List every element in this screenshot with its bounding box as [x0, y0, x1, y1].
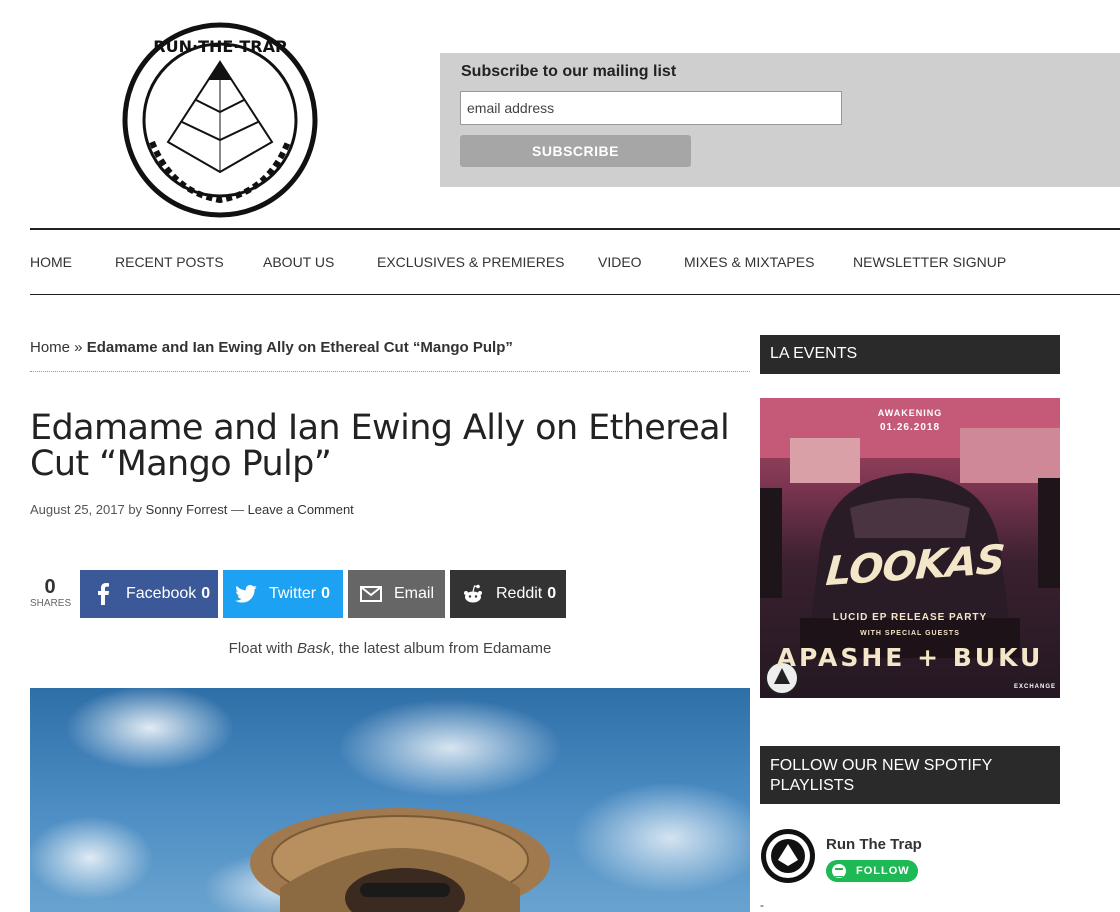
page-title: Edamame and Ian Ewing Ally on Ethereal C… [30, 408, 730, 484]
straw-hat-figure [250, 808, 550, 912]
share-total: 0 [44, 576, 56, 598]
la-events-title: LA EVENTS [760, 335, 1060, 374]
share-count: 0 SHARES [30, 576, 72, 609]
follow-label: FOLLOW [856, 865, 910, 877]
nav-item-home[interactable]: HOME [30, 254, 72, 270]
spotify-follow-widget: Run The Trap FOLLOW [760, 828, 1060, 888]
breadcrumb: Home » Edamame and Ian Ewing Ally on Eth… [30, 339, 750, 372]
logo-text: RUN·THE·TRAP [153, 37, 287, 56]
spotify-avatar[interactable] [760, 828, 816, 884]
caption-after: , the latest album from Edamame [330, 640, 552, 657]
email-field[interactable] [460, 91, 842, 125]
email-icon [360, 583, 382, 605]
spotify-widget-title: FOLLOW OUR NEW SPOTIFY PLAYLISTS [760, 746, 1060, 804]
share-twitter-button[interactable]: Twitter 0 [223, 570, 343, 618]
twitter-icon [235, 583, 257, 605]
share-email-label: Email [394, 585, 435, 602]
spotify-footer-dash: - [760, 898, 764, 912]
poster-artists: APASHE + BUKU [776, 643, 1044, 672]
share-email-button[interactable]: Email [348, 570, 445, 618]
caption-before: Float with [228, 640, 298, 657]
site-logo[interactable]: RUN·THE·TRAP [122, 22, 318, 218]
share-facebook-label: Facebook [126, 585, 197, 602]
share-reddit-button[interactable]: Reddit 0 [450, 570, 566, 618]
subscribe-title: Subscribe to our mailing list [461, 63, 677, 80]
post-date: August 25, 2017 [30, 502, 125, 517]
meta-dash: — [227, 502, 248, 517]
post-meta: August 25, 2017 by Sonny Forrest — Leave… [30, 502, 354, 517]
spotify-profile-name[interactable]: Run The Trap [826, 836, 922, 853]
nav-item-recent-posts[interactable]: RECENT POSTS [115, 254, 224, 270]
nav-item-video[interactable]: VIDEO [598, 254, 642, 270]
event-poster[interactable]: AWAKENING 01.26.2018 LOOKAS LUCID EP REL… [760, 398, 1060, 698]
breadcrumb-current: Edamame and Ian Ewing Ally on Ethereal C… [86, 339, 513, 356]
main-nav: HOME RECENT POSTS ABOUT US EXCLUSIVES & … [30, 228, 1120, 295]
share-facebook-button[interactable]: Facebook 0 [80, 570, 218, 618]
facebook-icon [92, 583, 114, 605]
share-reddit-label: Reddit [496, 585, 543, 602]
image-caption: Float with Bask, the latest album from E… [30, 640, 750, 657]
share-total-label: SHARES [30, 598, 72, 609]
spotify-icon [832, 864, 846, 878]
comments-link[interactable]: Leave a Comment [248, 502, 354, 517]
nav-item-mixes[interactable]: MIXES & MIXTAPES [684, 254, 814, 270]
nav-item-about-us[interactable]: ABOUT US [263, 254, 334, 270]
breadcrumb-home[interactable]: Home [30, 339, 70, 356]
share-twitter-label: Twitter [269, 585, 317, 602]
share-facebook-count: 0 [201, 585, 211, 602]
share-twitter-count: 0 [321, 585, 331, 602]
poster-guests-label: WITH SPECIAL GUESTS [860, 630, 960, 637]
share-reddit-count: 0 [547, 585, 557, 602]
poster-date: 01.26.2018 [879, 422, 941, 433]
subscribe-button[interactable]: SUBSCRIBE [460, 135, 691, 167]
caption-album: Bask [297, 640, 331, 657]
poster-venue: EXCHANGE [1013, 684, 1056, 690]
author-link[interactable]: Sonny Forrest [146, 502, 228, 517]
breadcrumb-separator: » [70, 339, 87, 356]
article-hero-image [30, 688, 750, 912]
nav-item-newsletter[interactable]: NEWSLETTER SIGNUP [853, 254, 1006, 270]
poster-subtitle: LUCID EP RELEASE PARTY [832, 612, 988, 623]
nav-item-exclusives[interactable]: EXCLUSIVES & PREMIERES [377, 254, 565, 270]
reddit-icon [462, 583, 484, 605]
mailing-list-box: Subscribe to our mailing list SUBSCRIBE [440, 53, 1120, 187]
poster-header: AWAKENING [877, 408, 943, 418]
meta-by: by [124, 502, 146, 517]
spotify-follow-button[interactable]: FOLLOW [826, 860, 918, 882]
